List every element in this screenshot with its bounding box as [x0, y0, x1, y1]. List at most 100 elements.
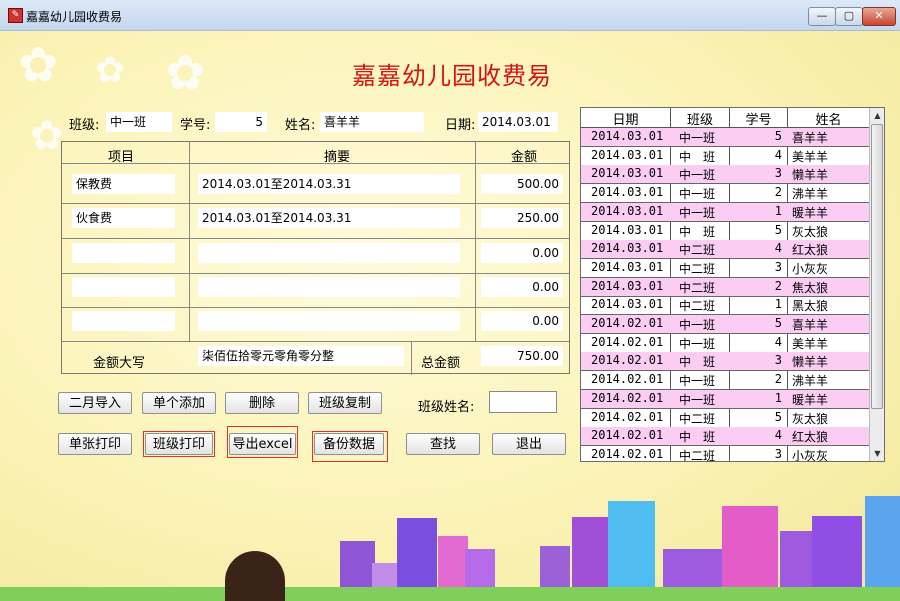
list-row[interactable]: 2014.03.01 中二班 3 小灰灰 [581, 259, 869, 278]
list-cell-name: 灰太狼 [792, 411, 829, 426]
list-row[interactable]: 2014.02.01 中 班 3 懒羊羊 [581, 352, 869, 372]
list-cell-class: 中 班 [679, 224, 716, 239]
search-button[interactable]: 查找 [406, 433, 480, 455]
fee-summary-field[interactable]: 2014.03.01至2014.03.31 [198, 174, 460, 194]
fee-summary-field[interactable]: 2014.03.01至2014.03.31 [198, 208, 460, 228]
list-cell-date: 2014.03.01 [591, 241, 664, 256]
list-cell-name: 焦太狼 [792, 280, 829, 295]
list-cell-class: 中二班 [679, 243, 716, 258]
student-no-field[interactable]: 5 [215, 112, 267, 132]
fee-summary-field[interactable] [198, 243, 460, 263]
list-row[interactable]: 2014.02.01 中二班 3 小灰灰 [581, 446, 869, 461]
exit-button[interactable]: 退出 [492, 433, 566, 455]
flower-decoration-icon: ✿ [165, 45, 206, 101]
list-row[interactable]: 2014.03.01 中二班 1 黑太狼 [581, 296, 869, 316]
list-row[interactable]: 2014.02.01 中二班 5 灰太狼 [581, 409, 869, 428]
record-list[interactable]: 日期 班级 学号 姓名 2014.03.01 中一班 5 喜羊羊 2014.03.01 中… [580, 107, 885, 462]
grass-strip [0, 587, 900, 601]
list-cell-student-no: 3 [774, 259, 782, 274]
list-cell-date: 2014.03.01 [591, 185, 664, 200]
uppercase-amount-label: 金额大写 [93, 356, 146, 371]
list-cell-class: 中一班 [679, 168, 716, 183]
print-single-button[interactable]: 单张打印 [58, 433, 132, 455]
fee-amount-field[interactable]: 0.00 [481, 243, 563, 263]
list-cell-name: 黑太狼 [792, 299, 829, 314]
list-row[interactable]: 2014.02.01 中一班 4 美羊羊 [581, 334, 869, 353]
fee-summary-field[interactable] [198, 311, 460, 331]
list-row[interactable]: 2014.03.01 中一班 3 懒羊羊 [581, 165, 869, 185]
list-cell-class: 中一班 [679, 205, 716, 220]
list-cell-date: 2014.03.01 [591, 297, 664, 312]
close-button[interactable]: ✕ [862, 7, 896, 26]
name-field[interactable]: 喜羊羊 [320, 112, 424, 132]
list-cell-date: 2014.02.01 [591, 446, 664, 461]
fee-item-field[interactable] [72, 311, 175, 331]
list-cell-class: 中一班 [679, 374, 716, 389]
class-field[interactable]: 中一班 [106, 112, 172, 132]
list-cell-student-no: 3 [774, 353, 782, 368]
backup-button[interactable]: 备份数据 [314, 433, 384, 455]
list-cell-student-no: 2 [774, 185, 782, 200]
list-cell-student-no: 5 [774, 316, 782, 330]
list-header-date[interactable]: 日期 [581, 109, 670, 128]
fee-summary-field[interactable] [198, 277, 460, 297]
list-cell-date: 2014.02.01 [591, 372, 664, 387]
export-excel-button[interactable]: 导出excel [229, 433, 296, 455]
fee-item-field[interactable] [72, 277, 175, 297]
list-scrollbar[interactable]: ▲ ▼ [869, 108, 884, 461]
list-header-name[interactable]: 姓名 [788, 109, 869, 128]
list-header-student-no[interactable]: 学号 [730, 109, 787, 128]
copy-class-button[interactable]: 班级复制 [308, 392, 382, 414]
list-cell-class: 中 班 [679, 355, 716, 370]
list-row[interactable]: 2014.03.01 中 班 5 灰太狼 [581, 222, 869, 241]
import-month-button[interactable]: 二月导入 [58, 392, 132, 414]
total-label: 总金额 [421, 356, 461, 371]
uppercase-amount-field[interactable]: 柒佰伍拾零元零角零分整 [198, 346, 404, 366]
list-cell-class: 中一班 [679, 336, 716, 351]
total-field[interactable]: 750.00 [481, 346, 563, 366]
fee-item-field[interactable]: 保教费 [72, 174, 175, 194]
list-cell-date: 2014.02.01 [591, 334, 664, 349]
fee-item-field[interactable]: 伙食费 [72, 208, 175, 228]
maximize-button[interactable]: ▢ [835, 7, 863, 26]
fee-amount-field[interactable]: 250.00 [481, 208, 563, 228]
list-cell-name: 灰太狼 [792, 224, 829, 239]
date-field[interactable]: 2014.03.01 [478, 112, 558, 132]
list-row[interactable]: 2014.02.01 中一班 5 喜羊羊 [581, 315, 869, 334]
list-cell-class: 中一班 [679, 131, 716, 145]
list-row[interactable]: 2014.02.01 中 班 4 红太狼 [581, 427, 869, 447]
fee-amount-field[interactable]: 500.00 [481, 174, 563, 194]
list-row[interactable]: 2014.02.01 中一班 2 沸羊羊 [581, 371, 869, 391]
list-row[interactable]: 2014.03.01 中二班 4 红太狼 [581, 240, 869, 260]
list-row[interactable]: 2014.03.01 中一班 2 沸羊羊 [581, 184, 869, 204]
list-cell-student-no: 3 [774, 446, 782, 461]
minimize-button[interactable]: — [808, 7, 836, 26]
list-cell-name: 沸羊羊 [792, 374, 829, 389]
delete-button[interactable]: 删除 [225, 392, 299, 414]
scroll-up-icon[interactable]: ▲ [870, 108, 884, 123]
print-class-button[interactable]: 班级打印 [145, 433, 213, 455]
list-cell-name: 喜羊羊 [792, 318, 829, 332]
class-name-input[interactable] [489, 391, 557, 413]
list-row[interactable]: 2014.03.01 中二班 2 焦太狼 [581, 277, 869, 297]
list-row[interactable]: 2014.03.01 中一班 1 暖羊羊 [581, 202, 869, 222]
list-cell-date: 2014.03.01 [591, 147, 664, 162]
scroll-down-icon[interactable]: ▼ [870, 446, 884, 461]
list-cell-name: 暖羊羊 [792, 205, 829, 220]
list-cell-student-no: 5 [774, 409, 782, 424]
add-single-button[interactable]: 单个添加 [142, 392, 216, 414]
list-row[interactable]: 2014.02.01 中一班 1 暖羊羊 [581, 389, 869, 409]
summary-header: 摘要 [324, 150, 351, 165]
student-no-label: 学号: [180, 118, 211, 133]
fee-item-field[interactable] [72, 243, 175, 263]
app-icon: ✎ [8, 8, 23, 23]
title-bar[interactable]: ✎ 嘉嘉幼儿园收费易 — ▢ ✕ [0, 0, 900, 31]
list-row[interactable]: 2014.03.01 中一班 5 喜羊羊 [581, 128, 869, 147]
list-row[interactable]: 2014.03.01 中 班 4 美羊羊 [581, 147, 869, 166]
date-label: 日期: [445, 118, 476, 133]
scrollbar-thumb[interactable] [871, 124, 883, 409]
fee-amount-field[interactable]: 0.00 [481, 277, 563, 297]
fee-amount-field[interactable]: 0.00 [481, 311, 563, 331]
list-header-class[interactable]: 班级 [671, 109, 729, 128]
list-cell-class: 中一班 [679, 187, 716, 202]
